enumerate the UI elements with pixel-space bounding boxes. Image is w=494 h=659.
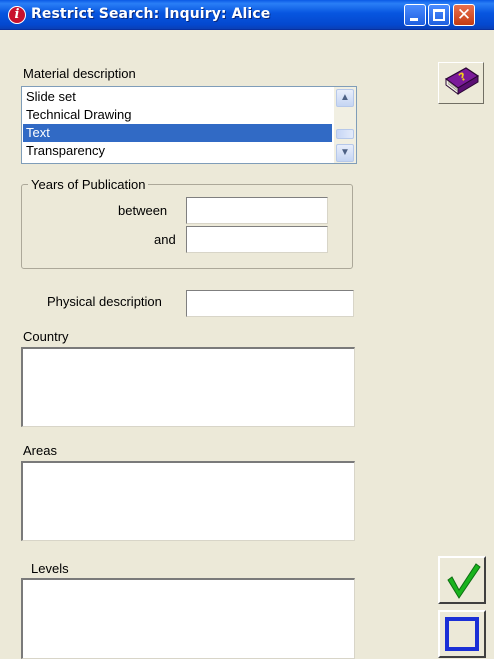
maximize-button[interactable] bbox=[428, 4, 450, 26]
list-item[interactable]: Transparency bbox=[23, 142, 332, 160]
close-icon: ✕ bbox=[456, 5, 472, 25]
info-icon: i bbox=[8, 6, 26, 24]
levels-field[interactable] bbox=[21, 578, 355, 659]
minimize-button[interactable] bbox=[404, 4, 426, 26]
listbox-scrollbar[interactable]: ▲ ▼ bbox=[334, 87, 356, 163]
and-label: and bbox=[154, 232, 176, 247]
areas-label: Areas bbox=[23, 443, 57, 458]
scroll-up-icon[interactable]: ▲ bbox=[336, 89, 354, 107]
physical-description-field[interactable] bbox=[186, 290, 354, 317]
scroll-down-icon[interactable]: ▼ bbox=[336, 144, 354, 162]
physical-description-label: Physical description bbox=[47, 294, 162, 309]
country-label: Country bbox=[23, 329, 69, 344]
material-description-listbox[interactable]: Slide set Technical Drawing Text Transpa… bbox=[21, 86, 357, 164]
areas-field[interactable] bbox=[21, 461, 355, 541]
year-to-field[interactable] bbox=[186, 226, 328, 253]
help-button[interactable]: ? bbox=[438, 62, 484, 104]
ok-button[interactable] bbox=[438, 556, 486, 604]
minimize-icon bbox=[410, 18, 418, 21]
list-item[interactable]: Slide set bbox=[23, 88, 332, 106]
scrollbar-thumb[interactable] bbox=[336, 129, 354, 139]
close-button[interactable]: ✕ bbox=[453, 4, 475, 26]
between-label: between bbox=[118, 203, 168, 218]
list-item[interactable]: Technical Drawing bbox=[23, 106, 332, 124]
list-item-selected[interactable]: Text bbox=[23, 124, 332, 142]
maximize-icon bbox=[433, 9, 445, 21]
square-icon bbox=[445, 617, 479, 651]
title-bar[interactable]: i Restrict Search: Inquiry: Alice ✕ bbox=[0, 0, 494, 30]
years-of-publication-legend: Years of Publication bbox=[28, 177, 149, 192]
levels-label: Levels bbox=[31, 561, 69, 576]
material-description-label: Material description bbox=[23, 66, 136, 81]
checkmark-icon bbox=[447, 563, 481, 599]
year-from-field[interactable] bbox=[186, 197, 328, 224]
restrict-search-window: i Restrict Search: Inquiry: Alice ✕ Mate… bbox=[0, 0, 494, 659]
country-field[interactable] bbox=[21, 347, 355, 427]
cancel-button[interactable] bbox=[438, 610, 486, 658]
window-title: Restrict Search: Inquiry: Alice bbox=[31, 6, 271, 22]
help-book-icon: ? bbox=[444, 67, 480, 95]
